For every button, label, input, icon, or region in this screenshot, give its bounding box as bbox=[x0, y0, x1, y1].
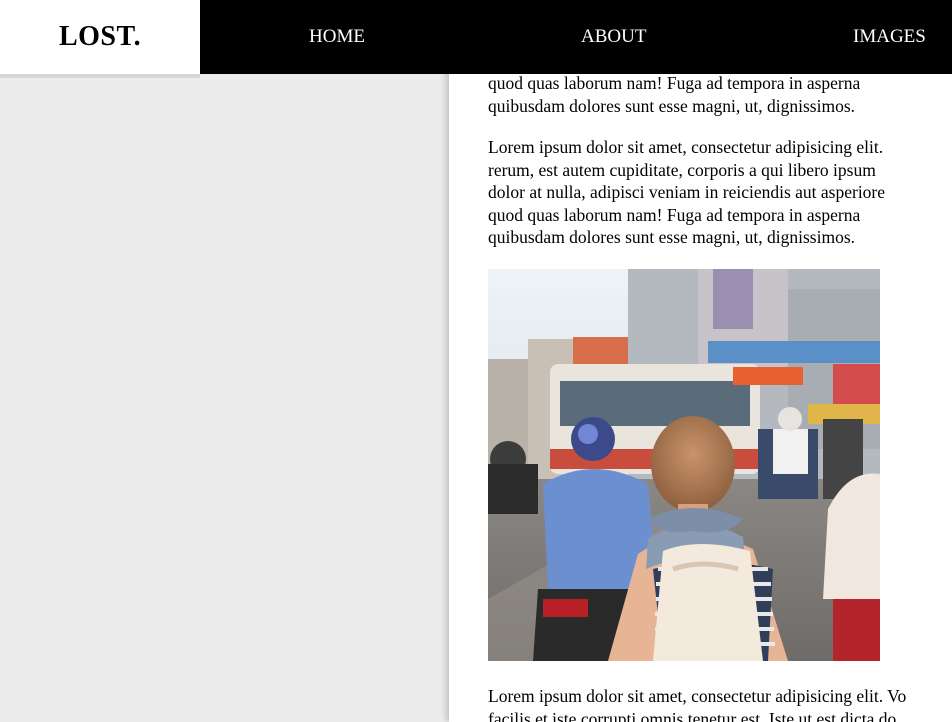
site-logo[interactable]: LOST. bbox=[0, 0, 200, 74]
text-line: quod quas laborum nam! Fuga ad tempora i… bbox=[488, 73, 861, 93]
text-line: quibusdam dolores sunt esse magni, ut, d… bbox=[488, 95, 856, 116]
site-header: LOST. HOME ABOUT IMAGES bbox=[0, 0, 952, 74]
text-line: Lorem ipsum dolor sit amet, consectetur … bbox=[488, 686, 907, 706]
logo-underline bbox=[0, 74, 200, 78]
nav-about-link[interactable]: ABOUT bbox=[581, 0, 646, 74]
page: quod quas laborum nam! Fuga ad tempora i… bbox=[0, 0, 952, 722]
paragraph-middle: Lorem ipsum dolor sit amet, consectetur … bbox=[488, 136, 952, 249]
logo-container: LOST. bbox=[0, 0, 200, 74]
street-photo bbox=[488, 269, 880, 661]
main-content: quod quas laborum nam! Fuga ad tempora i… bbox=[449, 0, 952, 722]
paragraph-bottom: Lorem ipsum dolor sit amet, consectetur … bbox=[488, 685, 952, 722]
text-line: Lorem ipsum dolor sit amet, consectetur … bbox=[488, 137, 884, 157]
paragraph-top: quod quas laborum nam! Fuga ad tempora i… bbox=[488, 72, 952, 117]
nav-images-link[interactable]: IMAGES bbox=[853, 0, 926, 74]
text-line: quibusdam dolores sunt esse magni, ut, d… bbox=[488, 227, 856, 247]
text-line: dolor at nulla, adipisci veniam in reici… bbox=[488, 182, 886, 202]
text-line: facilis et iste corrupti omnis tenetur e… bbox=[488, 708, 897, 722]
text-line: quod quas laborum nam! Fuga ad tempora i… bbox=[488, 204, 861, 225]
nav-home-link[interactable]: HOME bbox=[309, 0, 365, 74]
text-line: rerum, est autem cupiditate, corporis a … bbox=[488, 159, 876, 180]
